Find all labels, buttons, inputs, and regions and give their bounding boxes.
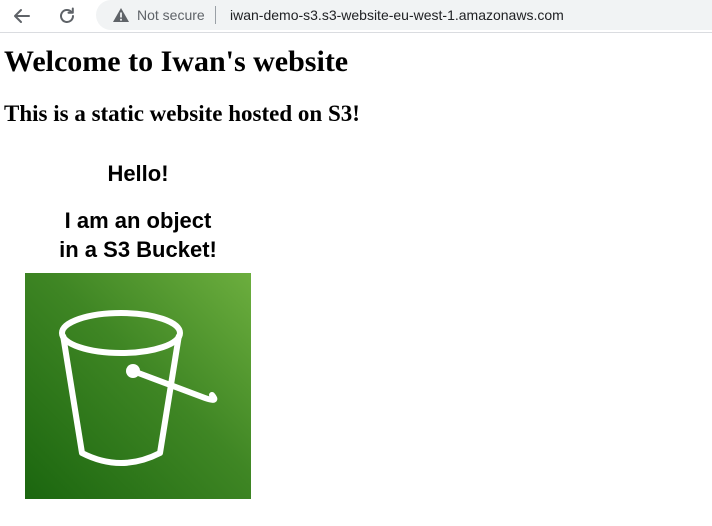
browser-toolbar: Not secure iwan-demo-s3.s3-website-eu-we… <box>0 0 712 33</box>
object-message: I am an object in a S3 Bucket! <box>24 206 252 264</box>
page-title: Welcome to Iwan's website <box>4 45 349 78</box>
url-text[interactable]: iwan-demo-s3.s3-website-eu-west-1.amazon… <box>230 7 564 23</box>
security-status-label[interactable]: Not secure <box>137 7 205 23</box>
hello-text: Hello! <box>107 161 169 186</box>
page-subtitle: This is a static website hosted on S3! <box>4 101 360 126</box>
reload-button[interactable] <box>55 4 79 28</box>
s3-bucket-icon <box>59 310 218 466</box>
s3-bucket-image <box>25 273 251 499</box>
omnibox-divider <box>215 6 216 24</box>
object-message-line-1: I am an object <box>64 208 212 233</box>
reload-icon <box>60 7 74 23</box>
address-bar[interactable]: Not secure iwan-demo-s3.s3-website-eu-we… <box>96 0 712 30</box>
back-button[interactable] <box>10 4 34 28</box>
page-content: Welcome to Iwan's website This is a stat… <box>0 33 712 526</box>
warning-icon[interactable] <box>112 7 130 23</box>
arrow-left-icon <box>14 9 30 23</box>
object-message-line-2: in a S3 Bucket! <box>59 237 217 262</box>
